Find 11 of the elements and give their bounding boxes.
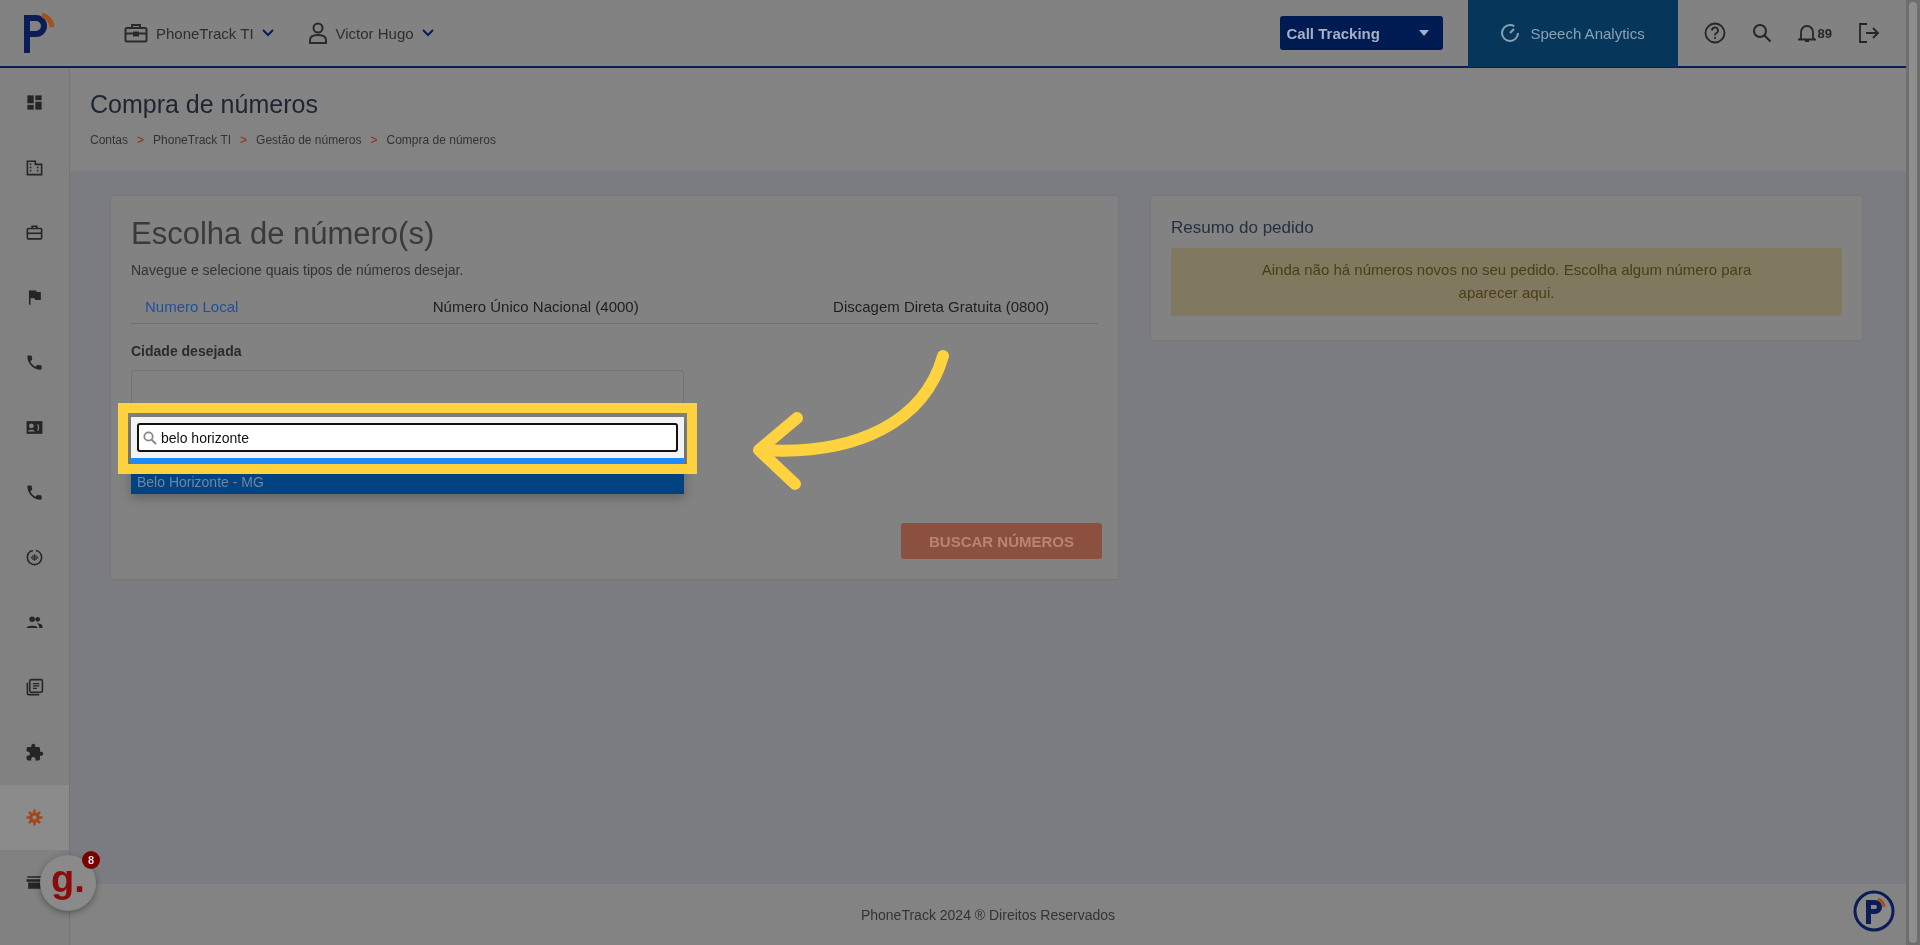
- card-title: Escolha de número(s): [131, 216, 436, 252]
- breadcrumb-separator: >: [370, 133, 378, 147]
- page-title: Compra de números: [90, 90, 319, 119]
- card-title: Resumo do pedido: [1171, 218, 1315, 238]
- empty-order-notice: Ainda não há números novos no seu pedido. Escolha algum número para aparecer aqui.: [1171, 248, 1842, 316]
- field-label: Cidade desejada: [131, 343, 243, 359]
- count-badge: 8: [82, 851, 100, 869]
- breadcrumb-separator: >: [240, 133, 248, 147]
- copyright-text: PhoneTrack 2024 ® Direitos Reservados: [860, 906, 1116, 923]
- card-subtitle: Navegue e selecione quais tipos de números desejar.: [131, 262, 465, 278]
- breadcrumb-separator: >: [137, 133, 145, 147]
